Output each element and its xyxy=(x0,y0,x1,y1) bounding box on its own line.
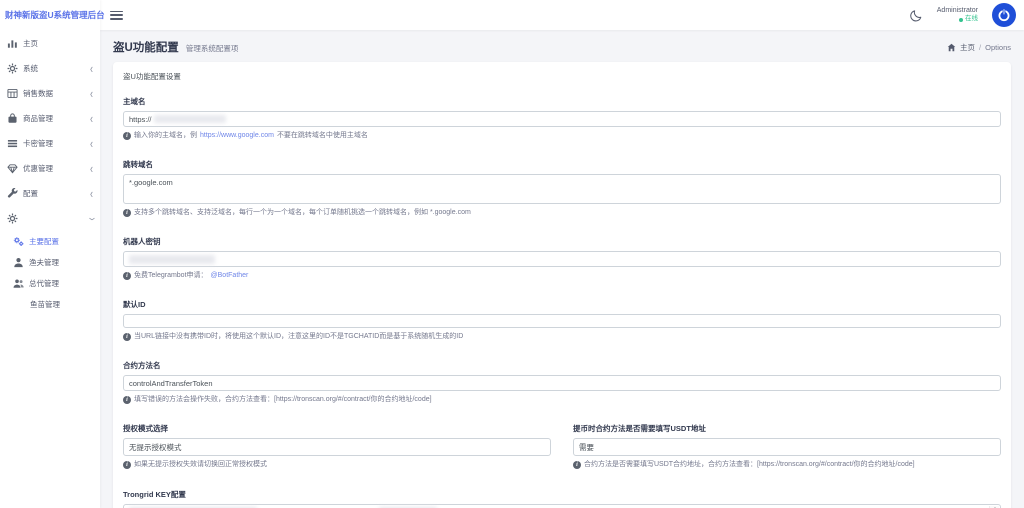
brand-title[interactable]: 财神新版盗U系统管理后台 xyxy=(0,0,100,31)
breadcrumb-home[interactable]: 主页 xyxy=(960,42,975,53)
sidebar-item-label: 系统 xyxy=(23,63,38,74)
info-icon: i xyxy=(123,209,131,217)
users-icon xyxy=(13,278,24,289)
field-main-domain: 主域名 https:// i 输入你的主域名，例 https://www.goo… xyxy=(123,96,1001,140)
page-title: 盗U功能配置 xyxy=(113,42,179,54)
redacted-text xyxy=(154,115,226,123)
sidebar-item-label: 渔夫管理 xyxy=(29,257,59,268)
gem-icon xyxy=(7,163,18,174)
help-link[interactable]: https://www.google.com xyxy=(200,131,274,140)
table-icon xyxy=(7,88,18,99)
chevron-left-icon: ‹ xyxy=(90,89,93,97)
sidebar-item-优惠管理[interactable]: 优惠管理 ‹ xyxy=(0,156,100,181)
sidebar-submenu: 主要配置渔夫管理总代管理鱼苗管理 xyxy=(0,231,100,315)
avatar[interactable] xyxy=(992,3,1016,27)
sidebar: 财神新版盗U系统管理后台 主页系统‹销售数据‹商品管理‹卡密管理‹优惠管理‹配置… xyxy=(0,0,100,508)
help-link[interactable]: @BotFather xyxy=(211,271,249,280)
breadcrumb: 主页 / Options xyxy=(947,42,1011,53)
field-usdt-required: 提币时合约方法是否需要填写USDT地址 需要 i 合约方法是否需要填写USDT合… xyxy=(573,423,1001,469)
home-icon xyxy=(947,43,956,52)
sidebar-item-label: 鱼苗管理 xyxy=(30,299,60,310)
chevron-left-icon: ‹ xyxy=(90,139,93,147)
sidebar-subitem-主要配置[interactable]: 主要配置 xyxy=(0,231,100,252)
main-domain-label: 主域名 xyxy=(123,96,1001,107)
sidebar-item-label: 主页 xyxy=(23,38,38,49)
sidebar-item-label: 配置 xyxy=(23,188,38,199)
list-icon xyxy=(7,138,18,149)
chevron-left-icon: ‹ xyxy=(90,164,93,172)
page-subtitle: 管理系统配置项 xyxy=(186,44,239,53)
sidebar-item-销售数据[interactable]: 销售数据 ‹ xyxy=(0,81,100,106)
chart-bar-icon xyxy=(7,38,18,49)
gear-icon xyxy=(7,213,18,224)
sidebar-item-gear[interactable]: ‹ xyxy=(0,206,100,231)
chevron-left-icon: ‹ xyxy=(90,114,93,122)
info-icon: i xyxy=(123,396,131,404)
config-card: 盗U功能配置设置 主域名 https:// i 输入你的主域名，例 https:… xyxy=(113,62,1011,508)
contract-method-input[interactable]: controlAndTransferToken xyxy=(123,375,1001,391)
power-icon xyxy=(997,8,1011,22)
sidebar-item-label: 主要配置 xyxy=(29,236,59,247)
user-menu[interactable]: Administrator 在线 xyxy=(937,6,978,24)
auth-mode-label: 授权模式选择 xyxy=(123,423,551,434)
main-content: 盗U功能配置 管理系统配置项 主页 / Options 盗U功能配置设置 主域名… xyxy=(100,0,1024,508)
bot-secret-label: 机器人密钥 xyxy=(123,236,1001,247)
info-icon: i xyxy=(123,461,131,469)
dark-mode-moon-icon[interactable] xyxy=(910,9,923,22)
sidebar-item-主页[interactable]: 主页 xyxy=(0,31,100,56)
field-row-auth-usdt: 授权模式选择 无提示授权模式 i 如果无提示授权失效请切换回正常授权模式 提币时… xyxy=(123,423,1001,469)
sidebar-subitem-总代管理[interactable]: 总代管理 xyxy=(0,273,100,294)
field-bot-secret: 机器人密钥 i 免费Telegrambot申请： @BotFather xyxy=(123,236,1001,280)
wrench-icon xyxy=(7,188,18,199)
redacted-text xyxy=(129,255,215,264)
sidebar-item-label: 商品管理 xyxy=(23,113,53,124)
field-default-id: 默认ID i 当URL链接中没有携带ID时，将使用这个默认ID，注意这里的ID不… xyxy=(123,299,1001,341)
chevron-left-icon: ‹ xyxy=(90,64,93,72)
redirect-domain-textarea[interactable]: *.google.com xyxy=(123,174,1001,204)
sidebar-item-系统[interactable]: 系统 ‹ xyxy=(0,56,100,81)
topbar: Administrator 在线 xyxy=(100,0,1024,30)
sidebar-item-label: 总代管理 xyxy=(29,278,59,289)
sidebar-item-label: 卡密管理 xyxy=(23,138,53,149)
card-title: 盗U功能配置设置 xyxy=(123,71,1001,82)
user-status: 在线 xyxy=(965,15,978,24)
chevron-down-icon: ‹ xyxy=(87,217,95,220)
chevron-left-icon: ‹ xyxy=(90,189,93,197)
breadcrumb-current: Options xyxy=(985,43,1011,52)
sidebar-menu: 主页系统 ‹ 销售数据 ‹ 商品管理 ‹ 卡密管理 ‹ 优惠管理 ‹ 配置 ‹ ‹ xyxy=(0,31,100,231)
sidebar-item-卡密管理[interactable]: 卡密管理 ‹ xyxy=(0,131,100,156)
user-icon xyxy=(13,257,24,268)
usdt-required-select[interactable]: 需要 xyxy=(573,438,1001,456)
menu-toggle-icon[interactable] xyxy=(110,11,123,20)
user-name: Administrator xyxy=(937,6,978,15)
field-trongrid-key: Trongrid KEY配置 i 每行一个Key，建议配置100个以上【链上扫块… xyxy=(123,489,1001,508)
cogs-icon xyxy=(13,236,24,247)
sidebar-item-label: 优惠管理 xyxy=(23,163,53,174)
info-icon: i xyxy=(123,132,131,140)
default-id-label: 默认ID xyxy=(123,299,1001,310)
bot-secret-input[interactable] xyxy=(123,251,1001,267)
trongrid-key-textarea[interactable] xyxy=(123,504,1001,508)
sidebar-subitem-渔夫管理[interactable]: 渔夫管理 xyxy=(0,252,100,273)
usdt-required-label: 提币时合约方法是否需要填写USDT地址 xyxy=(573,423,1001,434)
default-id-input[interactable] xyxy=(123,314,1001,328)
field-contract-method: 合约方法名 controlAndTransferToken i 填写错误的方法会… xyxy=(123,360,1001,404)
field-auth-mode: 授权模式选择 无提示授权模式 i 如果无提示授权失效请切换回正常授权模式 xyxy=(123,423,551,469)
redirect-domain-label: 跳转域名 xyxy=(123,159,1001,170)
field-redirect-domain: 跳转域名 *.google.com i 支持多个跳转域名、支持泛域名，每行一个为… xyxy=(123,159,1001,217)
trongrid-key-label: Trongrid KEY配置 xyxy=(123,489,1001,500)
main-domain-input[interactable]: https:// xyxy=(123,111,1001,127)
online-dot xyxy=(959,18,963,22)
info-icon: i xyxy=(123,333,131,341)
auth-mode-select[interactable]: 无提示授权模式 xyxy=(123,438,551,456)
sidebar-item-label: 销售数据 xyxy=(23,88,53,99)
sidebar-item-配置[interactable]: 配置 ‹ xyxy=(0,181,100,206)
info-icon: i xyxy=(573,461,581,469)
info-icon: i xyxy=(123,272,131,280)
gear-icon xyxy=(7,63,18,74)
sidebar-subitem-鱼苗管理[interactable]: 鱼苗管理 xyxy=(0,294,100,315)
bag-icon xyxy=(7,113,18,124)
contract-method-label: 合约方法名 xyxy=(123,360,1001,371)
sidebar-item-商品管理[interactable]: 商品管理 ‹ xyxy=(0,106,100,131)
